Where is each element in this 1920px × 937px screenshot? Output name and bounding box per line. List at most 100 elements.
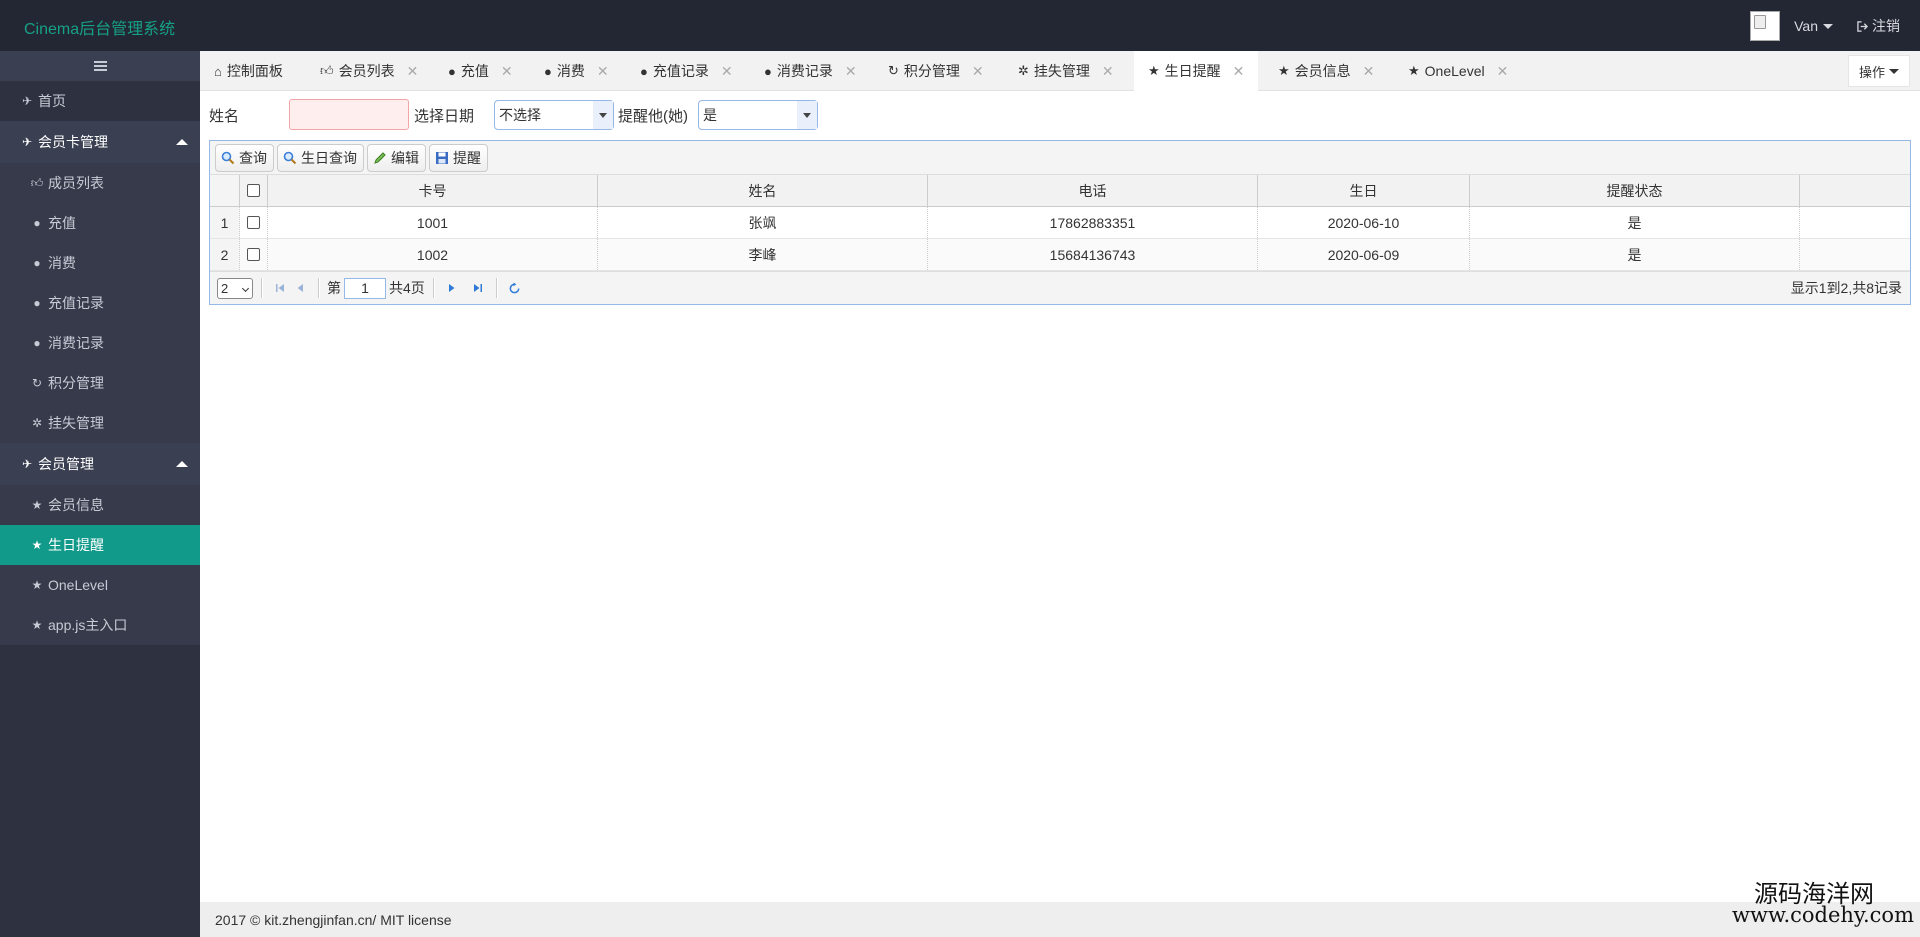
chevron-down-icon [1823, 23, 1833, 29]
grid-header: 卡号 姓名 电话 生日 提醒状态 [210, 175, 1910, 207]
thumbs-up-icon: 👍︎ [30, 175, 44, 190]
close-icon[interactable]: ✕ [1497, 63, 1509, 80]
sidebar-item-loss[interactable]: ✲ 挂失管理 [0, 403, 200, 443]
tab-onelevel[interactable]: ★ OneLevel ✕ [1408, 51, 1508, 91]
row-checkbox[interactable] [247, 216, 260, 229]
sidebar-item-label: app.js主入口 [48, 617, 128, 633]
chevron-up-icon [176, 461, 188, 467]
logout-button[interactable]: 注销 [1857, 16, 1900, 36]
next-page-icon[interactable] [442, 278, 462, 298]
page-size-select[interactable]: 2 [217, 277, 253, 299]
sidebar-item-member-info[interactable]: ★ 会员信息 [0, 485, 200, 525]
column-header[interactable]: 生日 [1258, 175, 1470, 206]
tab-member-list[interactable]: 👍︎ 会员列表 ✕ [320, 51, 418, 91]
sidebar-item-members[interactable]: 👍︎ 成员列表 [0, 163, 200, 203]
row-checkbox[interactable] [247, 248, 260, 261]
tab-member-info[interactable]: ★ 会员信息 ✕ [1278, 51, 1374, 91]
refresh-icon: ↻ [31, 376, 43, 390]
query-button[interactable]: 查询 [215, 143, 274, 172]
column-header[interactable]: 姓名 [598, 175, 928, 206]
top-right-area: Van 注销 [1750, 10, 1900, 42]
remind-select[interactable]: 是 [698, 100, 818, 130]
sidebar-item-consume-records[interactable]: ● 消费记录 [0, 323, 200, 363]
column-header[interactable]: 电话 [928, 175, 1258, 206]
top-navbar: Cinema后台管理系统 Van 注销 [0, 0, 1920, 51]
sidebar-item-consume[interactable]: ● 消费 [0, 243, 200, 283]
star-icon: ★ [31, 538, 43, 552]
last-page-icon[interactable] [468, 278, 488, 298]
table-row[interactable]: 1 1001 张飒 17862883351 2020-06-10 是 [210, 207, 1910, 239]
sidebar-item-label: 充值记录 [48, 295, 104, 311]
sidebar-item-birthday[interactable]: ★ 生日提醒 [0, 525, 200, 565]
refresh-icon[interactable] [505, 278, 525, 298]
save-icon [436, 151, 448, 164]
sidebar-group-card[interactable]: ✈ 会员卡管理 [0, 121, 200, 163]
thumbs-up-icon: 👍︎ [320, 63, 334, 78]
separator [318, 278, 319, 298]
select-all-checkbox[interactable] [247, 184, 260, 197]
tab-consume[interactable]: ● 消费 ✕ [544, 51, 609, 91]
user-icon: ● [448, 63, 456, 79]
close-icon[interactable]: ✕ [845, 63, 857, 80]
sidebar-item-label: 生日提醒 [48, 537, 104, 553]
close-icon[interactable]: ✕ [972, 63, 984, 80]
app-title[interactable]: Cinema后台管理系统 [24, 15, 175, 39]
close-icon[interactable]: ✕ [1363, 63, 1375, 80]
tab-points[interactable]: ↻ 积分管理 ✕ [888, 51, 984, 91]
watermark-url: www.codehy.com [1732, 903, 1914, 927]
sidebar-group-member[interactable]: ✈ 会员管理 [0, 443, 200, 485]
user-icon: ● [33, 216, 41, 230]
birthday-cell: 2020-06-10 [1258, 207, 1470, 238]
rownum-header [210, 175, 240, 206]
user-menu[interactable]: Van [1794, 18, 1833, 34]
sidebar-toggle[interactable] [0, 51, 200, 81]
sidebar-item-label: OneLevel [48, 577, 108, 593]
remind-button[interactable]: 提醒 [429, 143, 488, 172]
date-select[interactable]: 不选择 [494, 100, 614, 130]
close-icon[interactable]: ✕ [501, 63, 513, 80]
status-cell: 是 [1470, 239, 1800, 270]
name-input[interactable] [289, 99, 409, 130]
sidebar-item-recharge-records[interactable]: ● 充值记录 [0, 283, 200, 323]
user-icon: ● [764, 63, 772, 79]
sidebar-item-onelevel[interactable]: ★ OneLevel [0, 565, 200, 605]
card-cell: 1001 [268, 207, 598, 238]
close-icon[interactable]: ✕ [407, 63, 419, 80]
close-icon[interactable]: ✕ [1233, 63, 1245, 80]
sidebar-item-points[interactable]: ↻ 积分管理 [0, 363, 200, 403]
logout-label: 注销 [1872, 18, 1900, 34]
home-icon: ⌂ [214, 63, 222, 79]
tab-recharge[interactable]: ● 充值 ✕ [448, 51, 513, 91]
tab-recharge-records[interactable]: ● 充值记录 ✕ [640, 51, 733, 91]
menu-icon [93, 61, 107, 63]
date-label: 选择日期 [414, 108, 475, 125]
close-icon[interactable]: ✕ [1102, 63, 1114, 80]
star-icon: ★ [31, 618, 43, 632]
star-icon: ★ [1408, 63, 1420, 78]
sidebar-item-appjs[interactable]: ★ app.js主入口 [0, 605, 200, 645]
tab-label: 会员列表 [338, 63, 395, 79]
chevron-down-icon [593, 101, 613, 129]
tab-loss[interactable]: ✲ 挂失管理 ✕ [1018, 51, 1114, 91]
page-number-input[interactable]: 1 [344, 277, 386, 299]
birthday-query-button[interactable]: 生日查询 [277, 143, 364, 172]
column-header[interactable]: 提醒状态 [1470, 175, 1800, 206]
tab-consume-records[interactable]: ● 消费记录 ✕ [764, 51, 857, 91]
column-header[interactable]: 卡号 [268, 175, 598, 206]
prev-page-icon[interactable] [290, 278, 310, 298]
first-page-icon[interactable] [270, 278, 290, 298]
avatar[interactable] [1750, 11, 1781, 41]
tab-label: 消费 [556, 63, 585, 79]
sidebar-item-home[interactable]: ✈ 首页 [0, 81, 200, 121]
sidebar-item-recharge[interactable]: ● 充值 [0, 203, 200, 243]
tab-label: 充值 [460, 63, 489, 79]
edit-button[interactable]: 编辑 [367, 143, 426, 172]
tab-birthday[interactable]: ★ 生日提醒 ✕ [1134, 51, 1259, 91]
table-row[interactable]: 2 1002 李峰 15684136743 2020-06-09 是 [210, 239, 1910, 271]
close-icon[interactable]: ✕ [721, 63, 733, 80]
grid-toolbar: 查询 生日查询 编辑 提醒 [210, 141, 1910, 175]
row-number: 2 [210, 239, 240, 270]
tab-dashboard[interactable]: ⌂ 控制面板 [214, 51, 283, 91]
close-icon[interactable]: ✕ [597, 63, 609, 80]
operations-dropdown[interactable]: 操作 [1847, 55, 1910, 87]
